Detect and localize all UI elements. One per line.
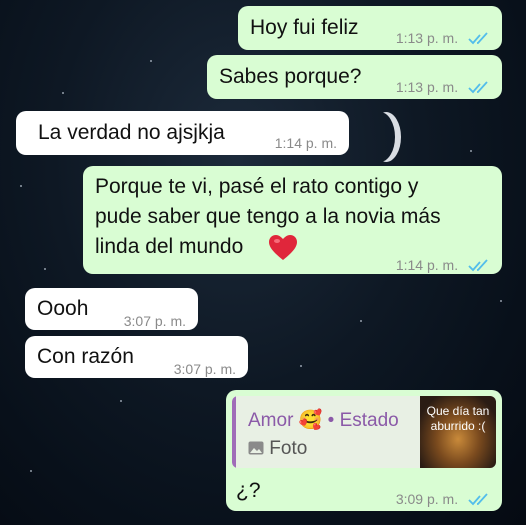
message-bubble-incoming[interactable]: Oooh 3:07 p. m.	[25, 288, 198, 330]
message-timestamp: 1:13 p. m.	[395, 30, 459, 46]
message-bubble-outgoing[interactable]: Amor 🥰 • Estado Foto Que día tan aburrid…	[226, 390, 502, 511]
message-text-line: Porque te vi, pasé el rato contigo y	[95, 175, 419, 198]
star	[30, 470, 32, 472]
reply-author: Amor 🥰 • Estado	[248, 406, 399, 436]
message-text: Sabes porque?	[219, 65, 362, 88]
double-check-icon	[468, 32, 488, 45]
message-text-line: linda del mundo	[95, 235, 244, 258]
message-time: 1:14 p. m.	[396, 250, 490, 280]
star	[44, 268, 46, 270]
star	[500, 300, 502, 302]
status-thumbnail: Que día tan aburrido :(	[420, 396, 496, 468]
message-timestamp: 1:14 p. m.	[395, 257, 459, 273]
photo-icon	[248, 441, 264, 455]
star	[360, 320, 362, 322]
message-time: 1:13 p. m.	[396, 23, 490, 53]
quoted-status-reply[interactable]: Amor 🥰 • Estado Foto Que día tan aburrid…	[232, 396, 496, 468]
star	[20, 185, 22, 187]
star	[300, 365, 302, 367]
reply-separator: •	[327, 410, 335, 431]
reply-context: Estado	[339, 410, 399, 431]
heart-emoji	[269, 235, 297, 260]
reply-author-emoji: 🥰	[298, 410, 323, 431]
reply-author-name: Amor	[248, 410, 294, 431]
message-text: La verdad no ajsjkja	[38, 121, 225, 144]
message-bubble-outgoing[interactable]: Hoy fui feliz 1:13 p. m.	[238, 6, 502, 50]
message-timestamp: 1:13 p. m.	[395, 79, 459, 95]
star	[150, 60, 152, 62]
message-time: 1:13 p. m.	[396, 72, 490, 102]
star	[120, 400, 122, 402]
message-text: ¿?	[236, 479, 261, 502]
double-check-icon	[468, 259, 488, 272]
moon-decoration	[365, 112, 395, 162]
message-bubble-outgoing[interactable]: Sabes porque? 1:13 p. m.	[207, 55, 502, 99]
message-time: 3:09 p. m.	[396, 484, 490, 514]
message-bubble-outgoing[interactable]: Porque te vi, pasé el rato contigo y pud…	[83, 166, 502, 274]
reply-media-label: Foto	[269, 438, 308, 459]
double-check-icon	[468, 81, 488, 94]
message-timestamp: 1:14 p. m.	[274, 135, 337, 151]
message-timestamp: 3:07 p. m.	[123, 313, 186, 329]
message-timestamp: 3:07 p. m.	[173, 361, 236, 377]
message-timestamp: 3:09 p. m.	[395, 491, 459, 507]
message-bubble-incoming[interactable]: La verdad no ajsjkja 1:14 p. m.	[16, 111, 349, 155]
star	[470, 150, 472, 152]
message-text: Oooh	[37, 297, 89, 320]
message-bubble-incoming[interactable]: Con razón 3:07 p. m.	[25, 336, 248, 378]
message-text-line: pude saber que tengo a la novia más	[95, 205, 441, 228]
message-text: Hoy fui feliz	[250, 16, 359, 39]
thumbnail-text: Que día tan aburrido :(	[426, 404, 490, 433]
message-text: Con razón	[37, 345, 134, 368]
reply-accent-bar	[232, 396, 236, 468]
double-check-icon	[468, 493, 488, 506]
reply-media: Foto	[248, 434, 307, 464]
star	[62, 92, 64, 94]
